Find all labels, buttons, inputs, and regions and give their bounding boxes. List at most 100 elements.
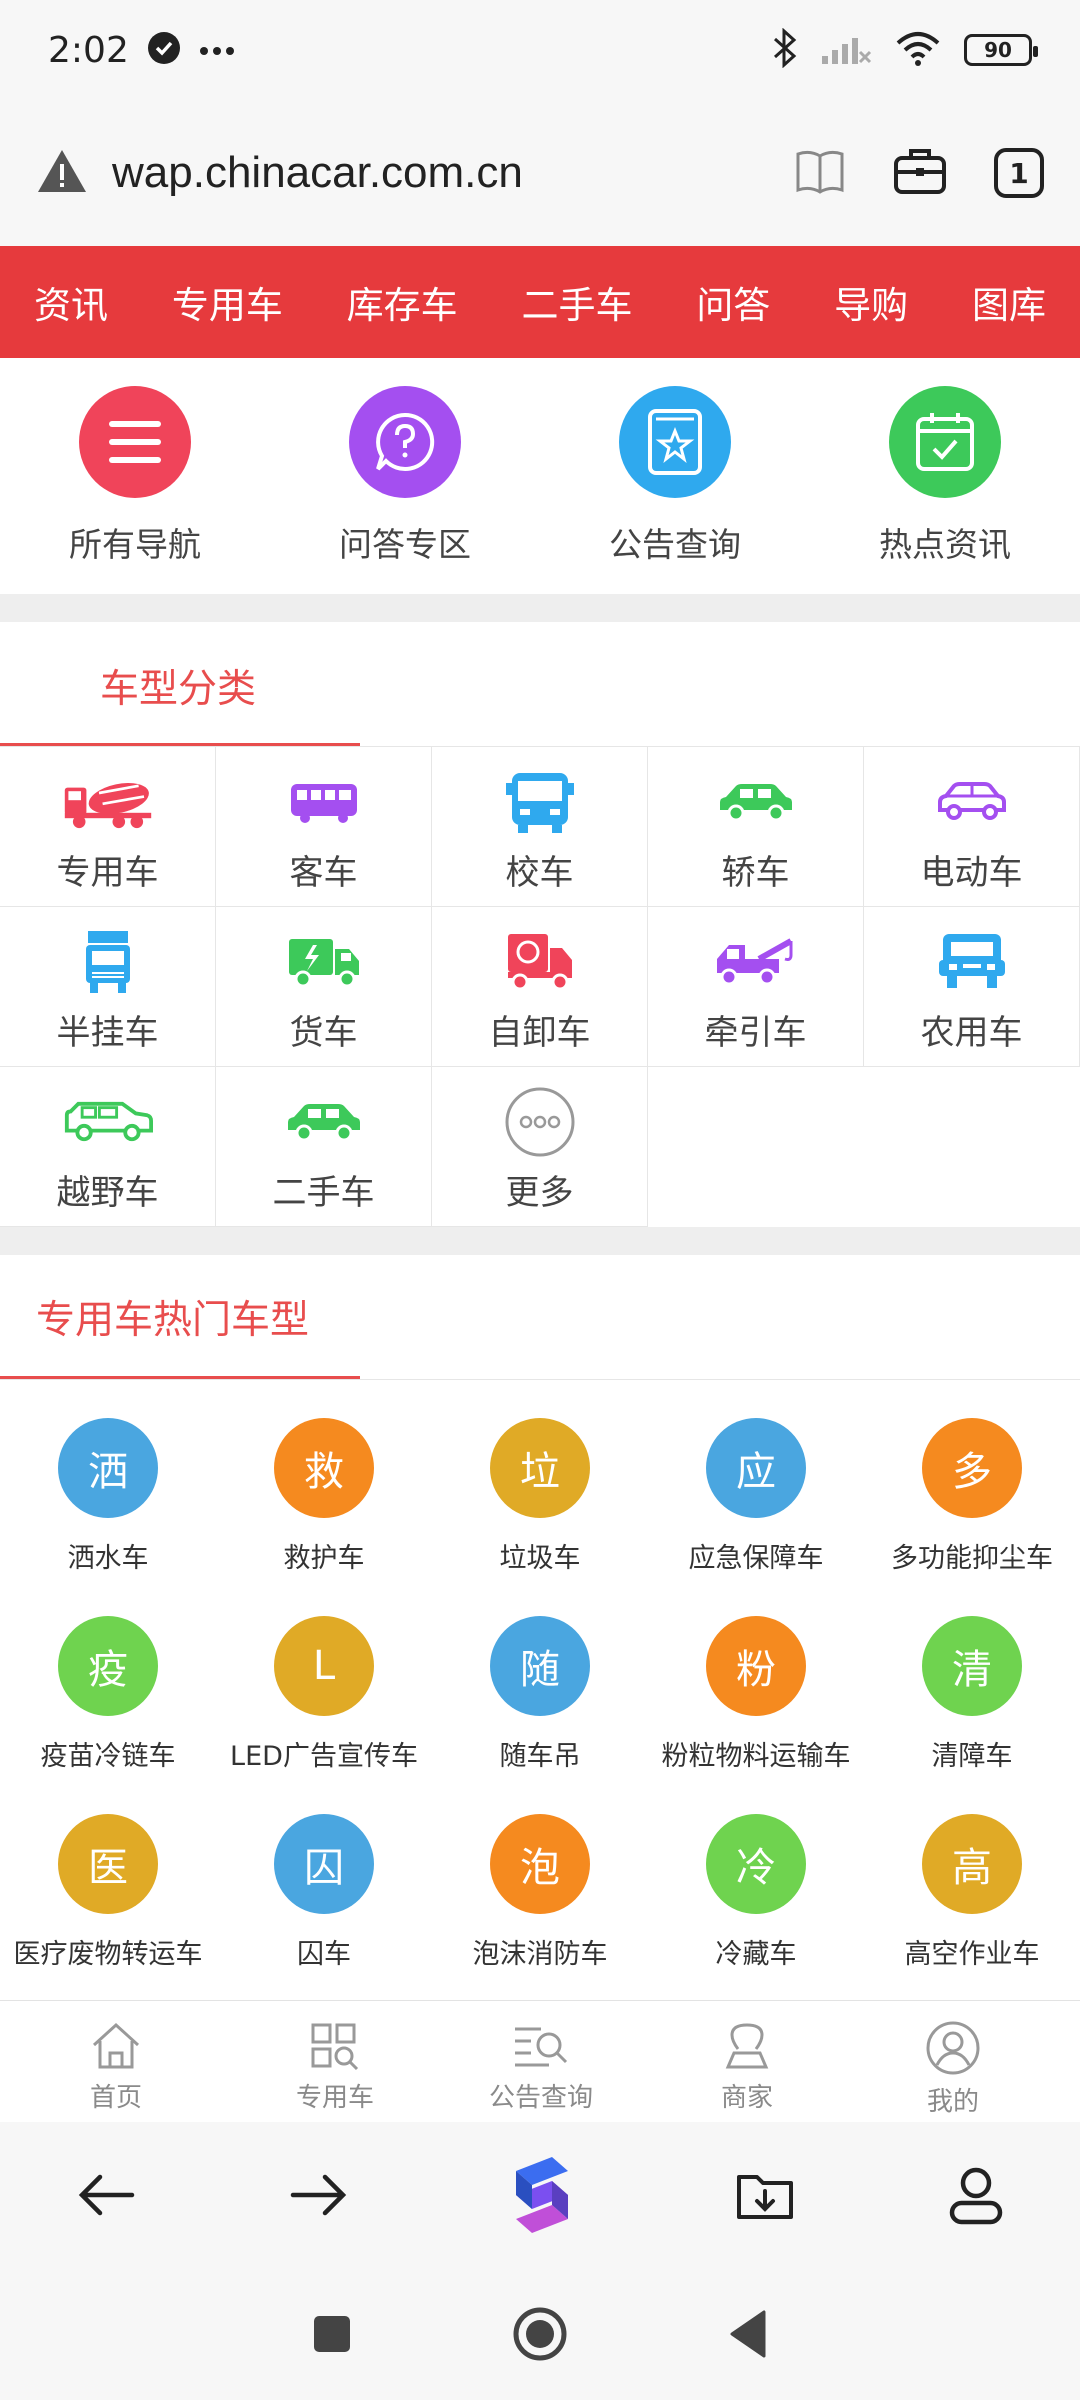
recents-square-icon[interactable] [312, 2314, 352, 2358]
nav-item-buying-guide[interactable]: 导购 [834, 275, 908, 329]
nav-item-gallery[interactable]: 图库 [972, 275, 1046, 329]
quick-link-announcements[interactable]: 公告查询 [540, 358, 810, 594]
site-tab-label: 商家 [720, 2083, 773, 2113]
quick-links: 所有导航 问答专区 公告查询 热点资讯 [0, 358, 1080, 594]
vehicle-type-used[interactable]: 二手车 [216, 1067, 432, 1227]
vehicle-type-offroad[interactable]: 越野车 [0, 1067, 216, 1227]
popular-type-badge: 随 [490, 1616, 590, 1716]
dump-truck-icon [495, 927, 585, 997]
popular-section-header: 专用车热门车型 [0, 1255, 1080, 1380]
popular-type-badge: 清 [922, 1616, 1022, 1716]
tow-truck-icon [711, 927, 801, 997]
popular-type-item[interactable]: 高 高空作业车 [864, 1776, 1080, 1974]
site-tab-label: 专用车 [295, 2083, 374, 2113]
popular-type-item[interactable]: 多 多功能抑尘车 [864, 1380, 1080, 1578]
site-tab-bar: 首页 专用车 公告查询 商家 我的 [0, 2000, 1080, 2122]
popular-type-item[interactable]: 囚 囚车 [216, 1776, 432, 1974]
vehicle-type-more[interactable]: 更多 [432, 1067, 648, 1227]
popular-type-badge: 囚 [274, 1814, 374, 1914]
vehicle-type-dump[interactable]: 自卸车 [432, 907, 648, 1067]
quick-link-hot-news[interactable]: 热点资讯 [810, 358, 1080, 594]
vehicle-type-label: 货车 [289, 1013, 358, 1053]
vehicle-type-semi-trailer[interactable]: 半挂车 [0, 907, 216, 1067]
site-tab-merchants[interactable]: 商家 [644, 2001, 850, 2122]
site-tab-home[interactable]: 首页 [0, 2001, 232, 2122]
popular-type-item[interactable]: 疫 疫苗冷链车 [0, 1578, 216, 1776]
popular-type-badge: 粉 [706, 1616, 806, 1716]
vehicle-type-label: 校车 [505, 853, 574, 893]
site-tab-special-vehicles[interactable]: 专用车 [232, 2001, 438, 2122]
popular-type-label: 多功能抑尘车 [891, 1543, 1053, 1574]
used-car-icon [279, 1087, 369, 1157]
vehicle-type-tow[interactable]: 牵引车 [648, 907, 864, 1067]
popular-type-item[interactable]: 救 救护车 [216, 1380, 432, 1578]
popular-type-badge: 多 [922, 1418, 1022, 1518]
section-title: 专用车热门车型 [36, 1298, 310, 1343]
nav-item-inventory[interactable]: 库存车 [347, 275, 458, 329]
popular-type-item[interactable]: 粉 粉粒物料运输车 [648, 1578, 864, 1776]
vehicle-type-school-bus[interactable]: 校车 [432, 747, 648, 907]
popular-type-badge: 洒 [58, 1418, 158, 1518]
question-icon [349, 386, 461, 498]
merchant-icon [722, 2021, 772, 2075]
popular-type-item[interactable]: L LED广告宣传车 [216, 1578, 432, 1776]
check-badge-icon [147, 31, 181, 69]
bus-icon [279, 767, 369, 837]
popular-type-item[interactable]: 洒 洒水车 [0, 1380, 216, 1578]
list-search-icon [511, 2021, 571, 2075]
quick-link-qa-zone[interactable]: 问答专区 [270, 358, 540, 594]
vehicle-type-cargo[interactable]: 货车 [216, 907, 432, 1067]
forward-arrow-icon[interactable] [289, 2171, 349, 2223]
popular-type-item[interactable]: 随 随车吊 [432, 1578, 648, 1776]
url-bar[interactable]: wap.chinacar.com.cn 1 [0, 100, 1080, 246]
home-icon [88, 2021, 144, 2075]
popular-type-badge: L [274, 1616, 374, 1716]
popular-type-item[interactable]: 垃 垃圾车 [432, 1380, 648, 1578]
calendar-check-icon [889, 386, 1001, 498]
popular-type-item[interactable]: 泡 泡沫消防车 [432, 1776, 648, 1974]
back-arrow-icon[interactable] [76, 2171, 136, 2223]
vehicle-type-electric[interactable]: 电动车 [864, 747, 1080, 907]
site-tab-announcements[interactable]: 公告查询 [438, 2001, 644, 2122]
quick-link-label: 问答专区 [339, 525, 471, 564]
browser-logo-icon[interactable] [502, 2151, 582, 2243]
vehicle-type-farm[interactable]: 农用车 [864, 907, 1080, 1067]
home-circle-icon[interactable] [512, 2306, 568, 2366]
popular-type-item[interactable]: 医 医疗废物转运车 [0, 1776, 216, 1974]
profile-icon [925, 2021, 981, 2079]
quick-link-all-nav[interactable]: 所有导航 [0, 358, 270, 594]
popular-type-item[interactable]: 应 应急保障车 [648, 1380, 864, 1578]
site-tab-mine[interactable]: 我的 [850, 2001, 1056, 2122]
section-divider [0, 594, 1080, 622]
vehicle-type-bus[interactable]: 客车 [216, 747, 432, 907]
warning-icon[interactable] [36, 148, 88, 198]
popular-type-item[interactable]: 清 清障车 [864, 1578, 1080, 1776]
nav-item-qa[interactable]: 问答 [696, 275, 770, 329]
vehicle-type-label: 客车 [289, 853, 358, 893]
toolbox-icon[interactable] [892, 146, 948, 200]
popular-type-label: 救护车 [283, 1543, 365, 1574]
popular-type-badge: 垃 [490, 1418, 590, 1518]
star-book-icon [619, 386, 731, 498]
download-folder-icon[interactable] [735, 2169, 795, 2225]
nav-item-used-cars[interactable]: 二手车 [521, 275, 632, 329]
popular-type-item[interactable]: 冷 冷藏车 [648, 1776, 864, 1974]
account-icon[interactable] [948, 2165, 1004, 2229]
url-text[interactable]: wap.chinacar.com.cn [112, 148, 523, 198]
popular-type-label: 应急保障车 [688, 1543, 824, 1574]
more-icon [495, 1087, 585, 1157]
nav-item-special-vehicles[interactable]: 专用车 [172, 275, 283, 329]
tab-count-button[interactable]: 1 [994, 148, 1044, 198]
school-bus-icon [495, 767, 585, 837]
nav-item-news[interactable]: 资讯 [34, 275, 108, 329]
popular-type-badge: 冷 [706, 1814, 806, 1914]
cargo-truck-icon [279, 927, 369, 997]
popular-type-label: 冷藏车 [715, 1939, 797, 1970]
reader-mode-icon[interactable] [794, 148, 846, 198]
back-triangle-icon[interactable] [728, 2310, 768, 2362]
battery-indicator: 90 [964, 34, 1038, 66]
vehicle-type-special[interactable]: 专用车 [0, 747, 216, 907]
status-time: 2:02 [48, 29, 129, 71]
vehicle-type-sedan[interactable]: 轿车 [648, 747, 864, 907]
site-tab-label: 首页 [89, 2083, 142, 2113]
